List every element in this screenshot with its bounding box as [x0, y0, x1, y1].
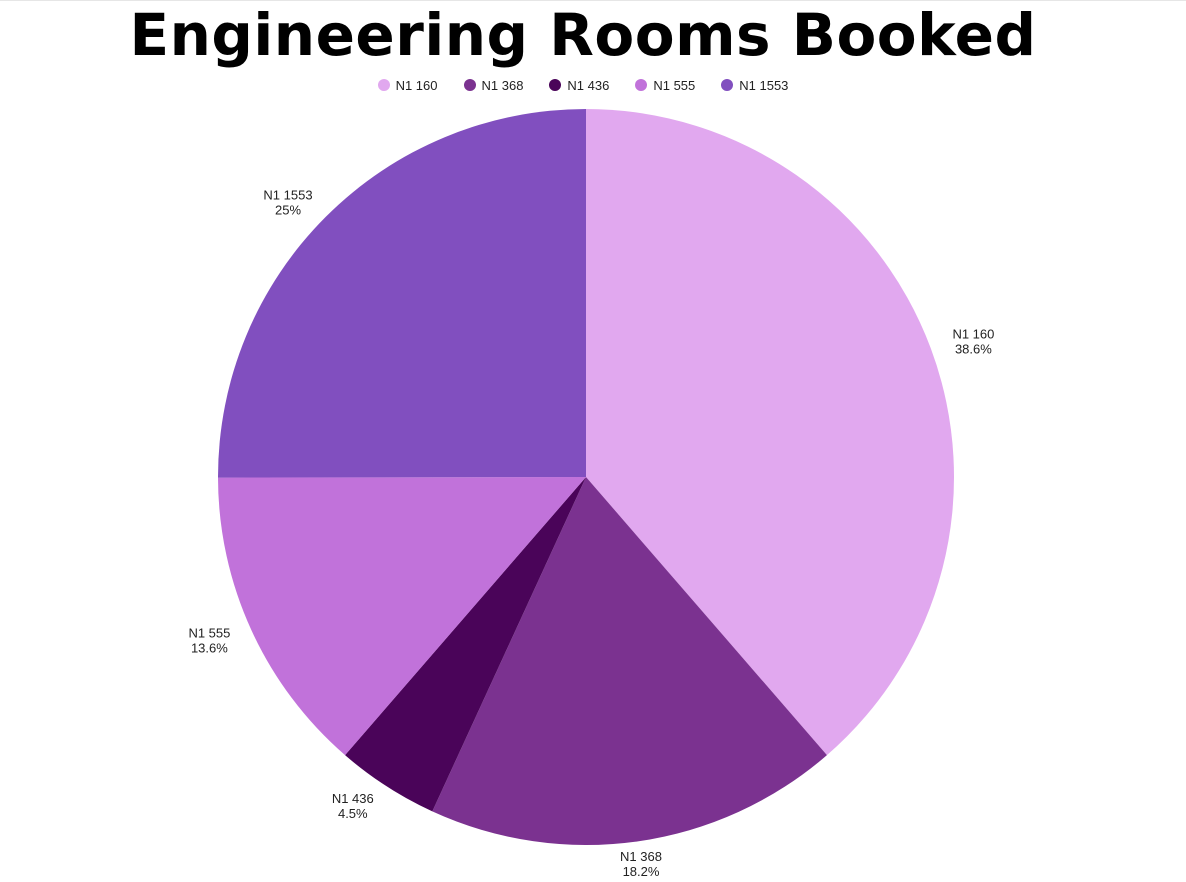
- slice-value-label-n1-160: 38.6%: [955, 342, 992, 357]
- slice-label-n1-160: N1 160: [952, 327, 994, 342]
- slice-label-n1-555: N1 555: [188, 625, 230, 640]
- slice-label-n1-1553: N1 1553: [263, 187, 312, 202]
- pie-chart: N1 16038.6% N1 36818.2% N1 4364.5% N1 55513…: [188, 109, 994, 879]
- slice-value-label-n1-436: 4.5%: [338, 806, 368, 821]
- slice-value-label-n1-1553: 25%: [275, 202, 301, 217]
- pie-slice-n1-1553: [217, 109, 587, 478]
- pie-slices: [217, 109, 955, 846]
- slice-value-label-n1-555: 13.6%: [191, 640, 228, 655]
- slice-label-n1-436: N1 436: [332, 791, 374, 806]
- slice-value-label-n1-368: 18.2%: [623, 864, 660, 879]
- slice-label-n1-368: N1 368: [620, 849, 662, 864]
